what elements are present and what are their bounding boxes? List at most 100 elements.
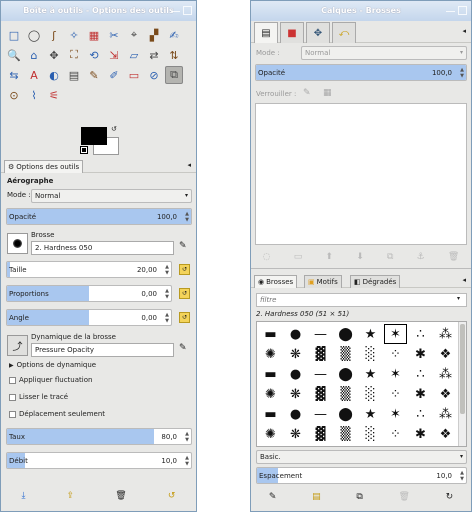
angle-slider[interactable]: Angle 0,00 ▲ ▼ <box>6 309 172 326</box>
brush-thumbnail[interactable]: ✶ <box>384 324 407 344</box>
new-group-icon[interactable]: ▭ <box>294 252 303 262</box>
tab-paths[interactable]: ✥ <box>306 22 330 43</box>
brush-thumbnail[interactable]: — <box>309 404 332 424</box>
brush-thumbnail[interactable]: ❖ <box>434 424 457 444</box>
brush-thumbnail[interactable]: ⁘ <box>384 384 407 404</box>
apply-jitter-checkbox[interactable]: Appliquer fluctuation <box>9 376 92 384</box>
brush-thumbnail[interactable]: ❋ <box>284 424 307 444</box>
brush-field[interactable]: 2. Hardness 050 <box>31 241 174 255</box>
brush-thumbnail[interactable]: ✱ <box>409 344 432 364</box>
tool-button[interactable]: □ <box>5 26 23 44</box>
tool-button[interactable]: ⌇ <box>25 86 43 104</box>
brush-grid[interactable]: ▬ ● — ⬤ ★ ✶ ∴ ⁂ ✺ ❋ ▓ ▒ ░ ⁘ ✱ ❖ ▬ ● — ⬤ ★ ✶ ∴ ⁂ ✺ ❋ ▓ ▒ ░ ⁘ ✱ ❖ ▬ ● — ⬤ ★ ✶ ∴ ⁂… <box>256 321 467 447</box>
brush-thumbnail[interactable]: ⁂ <box>434 364 457 384</box>
pane-divider[interactable] <box>251 268 471 269</box>
delete-options-icon[interactable]: 🗑 <box>115 491 126 501</box>
brush-thumbnail[interactable]: ❋ <box>284 344 307 364</box>
duplicate-layer-icon[interactable]: ⧉ <box>387 252 393 262</box>
brush-thumbnail[interactable]: ⬤ <box>334 364 357 384</box>
reset-aspect-button[interactable]: ↺ <box>179 288 190 299</box>
edit-dynamics-icon[interactable]: ✎ <box>179 343 187 353</box>
brush-thumbnail[interactable]: ▬ <box>259 364 282 384</box>
aspect-slider[interactable]: Proportions 0,00 ▲ ▼ <box>6 285 172 302</box>
brush-thumbnail[interactable]: ⬤ <box>334 404 357 424</box>
tool-button[interactable]: ʃ <box>45 26 63 44</box>
aspect-spin[interactable]: ▲ ▼ <box>165 288 169 300</box>
new-layer-icon[interactable]: ◌ <box>263 252 271 262</box>
flow-slider[interactable]: Débit 10,0 ▲ ▼ <box>6 452 192 469</box>
brush-thumbnail[interactable]: ✱ <box>409 424 432 444</box>
layer-mode-select[interactable]: Normal ▾ <box>301 46 467 60</box>
brush-thumbnail[interactable]: ❋ <box>284 384 307 404</box>
tool-button[interactable]: ▦ <box>85 26 103 44</box>
opacity-slider[interactable]: Opacité 100,0 ▲ ▼ <box>6 208 192 225</box>
rate-slider[interactable]: Taux 80,0 ▲ ▼ <box>6 428 192 445</box>
brush-thumbnail[interactable]: ★ <box>359 324 382 344</box>
brush-scrollbar-thumb[interactable] <box>460 324 465 414</box>
tab-tool-options[interactable]: ⚙ Options des outils <box>4 160 84 173</box>
foreground-color-swatch[interactable] <box>81 127 107 145</box>
brush-thumbnail[interactable]: ● <box>284 364 307 384</box>
dock-menu-icon[interactable]: ◂ <box>462 27 466 35</box>
brush-thumbnail[interactable]: ✺ <box>259 384 282 404</box>
tool-button[interactable]: ▞ <box>145 26 163 44</box>
brush-thumbnail[interactable]: ✺ <box>259 344 282 364</box>
brush-thumbnail[interactable]: ⬤ <box>334 324 357 344</box>
brush-thumbnail[interactable]: ⁂ <box>434 404 457 424</box>
tool-button[interactable]: ▱ <box>125 46 143 64</box>
tool-button[interactable]: A <box>25 66 43 84</box>
reset-angle-button[interactable]: ↺ <box>179 312 190 323</box>
smooth-stroke-box[interactable] <box>9 393 16 401</box>
tool-button[interactable]: ⇄ <box>145 46 163 64</box>
tool-button[interactable]: ◐ <box>45 66 63 84</box>
brush-thumbnail[interactable]: ✶ <box>384 404 407 424</box>
reset-size-button[interactable]: ↺ <box>179 264 190 275</box>
brush-thumbnail[interactable]: ▒ <box>334 384 357 404</box>
brush-thumbnail[interactable]: ▒ <box>334 424 357 444</box>
brush-thumbnail[interactable]: ★ <box>359 404 382 424</box>
tool-button[interactable]: ✧ <box>65 26 83 44</box>
rate-spin[interactable]: ▲ ▼ <box>185 431 189 443</box>
tab-patterns[interactable]: ▣ Motifs <box>304 275 342 288</box>
brush-thumbnail[interactable]: ▓ <box>309 344 332 364</box>
filter-chevron-icon[interactable]: ▾ <box>457 295 460 302</box>
new-brush-icon[interactable]: ▤ <box>312 492 321 502</box>
minimize-button[interactable] <box>171 6 180 12</box>
incremental-box[interactable] <box>9 410 16 418</box>
brush-thumbnail[interactable]: ✶ <box>384 364 407 384</box>
tool-button[interactable]: ▤ <box>65 66 83 84</box>
tool-button[interactable]: ⧉ <box>165 66 183 84</box>
tab-undo[interactable]: ⤺ <box>332 22 356 43</box>
reset-options-icon[interactable]: ↺ <box>168 491 176 501</box>
brush-thumbnail[interactable]: ❖ <box>434 344 457 364</box>
opacity-spin[interactable]: ▲ ▼ <box>185 211 189 223</box>
delete-brush-icon[interactable]: 🗑 <box>398 492 409 502</box>
brush-thumbnail[interactable]: ✱ <box>409 384 432 404</box>
layers-list[interactable] <box>255 103 467 245</box>
tool-button[interactable]: ⇲ <box>105 46 123 64</box>
brush-thumbnail[interactable]: ∴ <box>409 324 432 344</box>
brush-thumbnail[interactable]: ░ <box>359 384 382 404</box>
dynamics-options-expander[interactable]: ▶ Options de dynamique <box>9 361 96 369</box>
brush-thumbnail[interactable]: ░ <box>359 344 382 364</box>
dynamics-preview-button[interactable]: ⤴ <box>7 335 28 356</box>
size-spin[interactable]: ▲ ▼ <box>165 264 169 276</box>
default-colors-icon[interactable] <box>80 146 88 154</box>
toolbox-titlebar[interactable]: Boîte à outils - Options des outils <box>1 1 196 21</box>
dock-menu-icon[interactable]: ◂ <box>462 276 466 284</box>
brush-preview-button[interactable] <box>7 233 28 254</box>
dynamics-field[interactable]: Pressure Opacity <box>31 343 174 357</box>
layers-titlebar[interactable]: Calques - Brosses <box>251 1 471 21</box>
mode-select[interactable]: Normal ▾ <box>31 189 192 203</box>
anchor-layer-icon[interactable]: ⚓ <box>417 252 425 262</box>
brush-filter-input[interactable] <box>256 293 467 307</box>
brush-thumbnail[interactable]: ▬ <box>259 404 282 424</box>
tab-gradients[interactable]: ◧ Dégradés <box>350 275 401 288</box>
delete-layer-icon[interactable]: 🗑 <box>448 252 459 262</box>
brush-thumbnail[interactable]: ❖ <box>434 384 457 404</box>
brush-thumbnail[interactable]: ∴ <box>409 404 432 424</box>
minimize-button[interactable] <box>446 6 455 12</box>
brush-thumbnail[interactable]: — <box>309 364 332 384</box>
duplicate-brush-icon[interactable]: ⧉ <box>356 492 362 502</box>
brush-thumbnail[interactable]: ✺ <box>259 424 282 444</box>
